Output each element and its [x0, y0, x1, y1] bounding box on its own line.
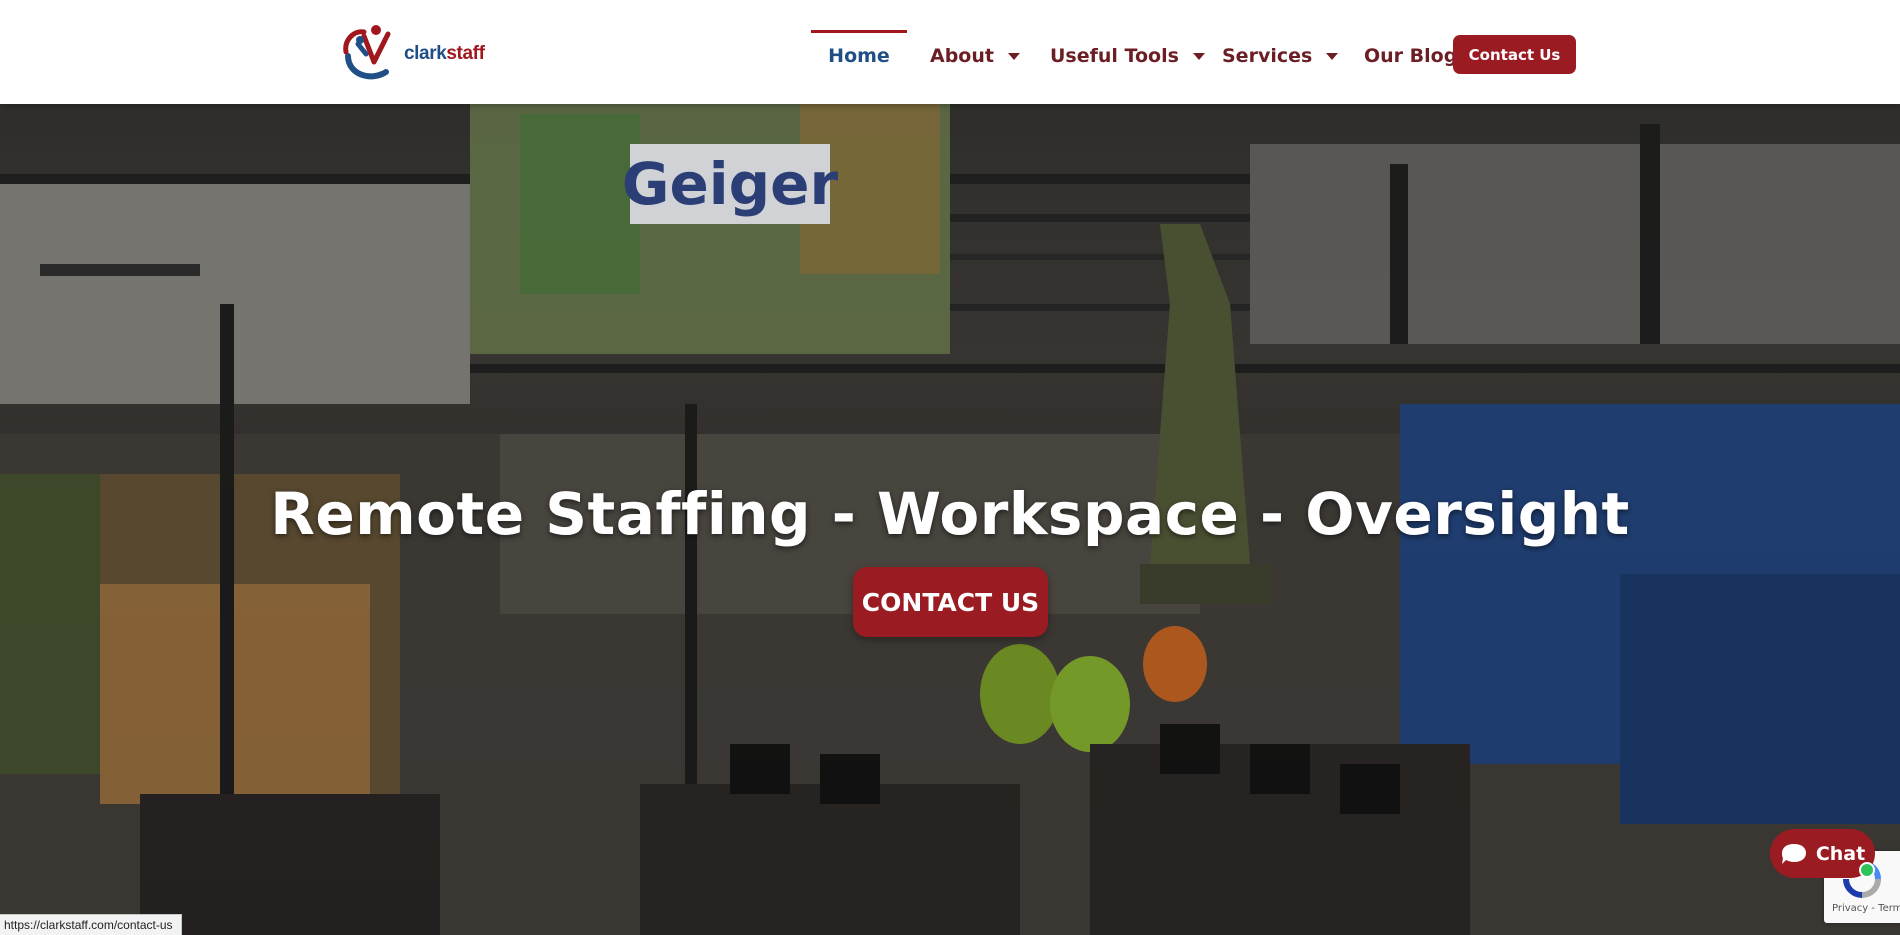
caret-down-icon: [1192, 52, 1205, 60]
clarkstaff-logo[interactable]: clarkstaff: [342, 22, 492, 84]
nav-useful-tools-label: Useful Tools: [1050, 45, 1179, 67]
nav-services-label: Services: [1222, 45, 1313, 67]
logo-word-staff: staff: [446, 43, 485, 64]
browser-status-bar: https://clarkstaff.com/contact-us: [0, 914, 182, 935]
nav-our-blog[interactable]: Our Blog: [1364, 30, 1457, 82]
nav-useful-tools[interactable]: Useful Tools: [1050, 30, 1205, 82]
nav-home-label: Home: [828, 45, 890, 67]
chat-bubble-icon: [1781, 843, 1806, 864]
chat-label: Chat: [1815, 842, 1866, 865]
recaptcha-privacy-terms[interactable]: Privacy - Terms: [1832, 903, 1900, 914]
nav-our-blog-label: Our Blog: [1364, 45, 1458, 67]
nav-about[interactable]: About: [930, 30, 1020, 82]
nav-about-label: About: [930, 45, 994, 67]
site-header: clarkstaff Home About Useful Tools Servi…: [0, 0, 1900, 104]
svg-text:Geiger: Geiger: [622, 150, 839, 218]
header-contact-button[interactable]: Contact Us: [1453, 35, 1576, 74]
hero-title: Remote Staffing - Workspace - Oversight: [270, 480, 1630, 548]
nav-services[interactable]: Services: [1222, 30, 1339, 82]
caret-down-icon: [1007, 52, 1020, 60]
logo-wordmark: clarkstaff: [404, 43, 485, 65]
caret-down-icon: [1326, 52, 1339, 60]
online-status-dot: [1859, 862, 1875, 878]
nav-home[interactable]: Home: [811, 30, 907, 82]
logo-mark-icon: [343, 25, 391, 80]
hero-contact-us-button[interactable]: CONTACT US: [853, 567, 1048, 637]
logo-word-clark: clark: [404, 43, 447, 64]
hero-section: Geiger Remote Staffing - Workspace - Ove…: [0, 104, 1900, 935]
